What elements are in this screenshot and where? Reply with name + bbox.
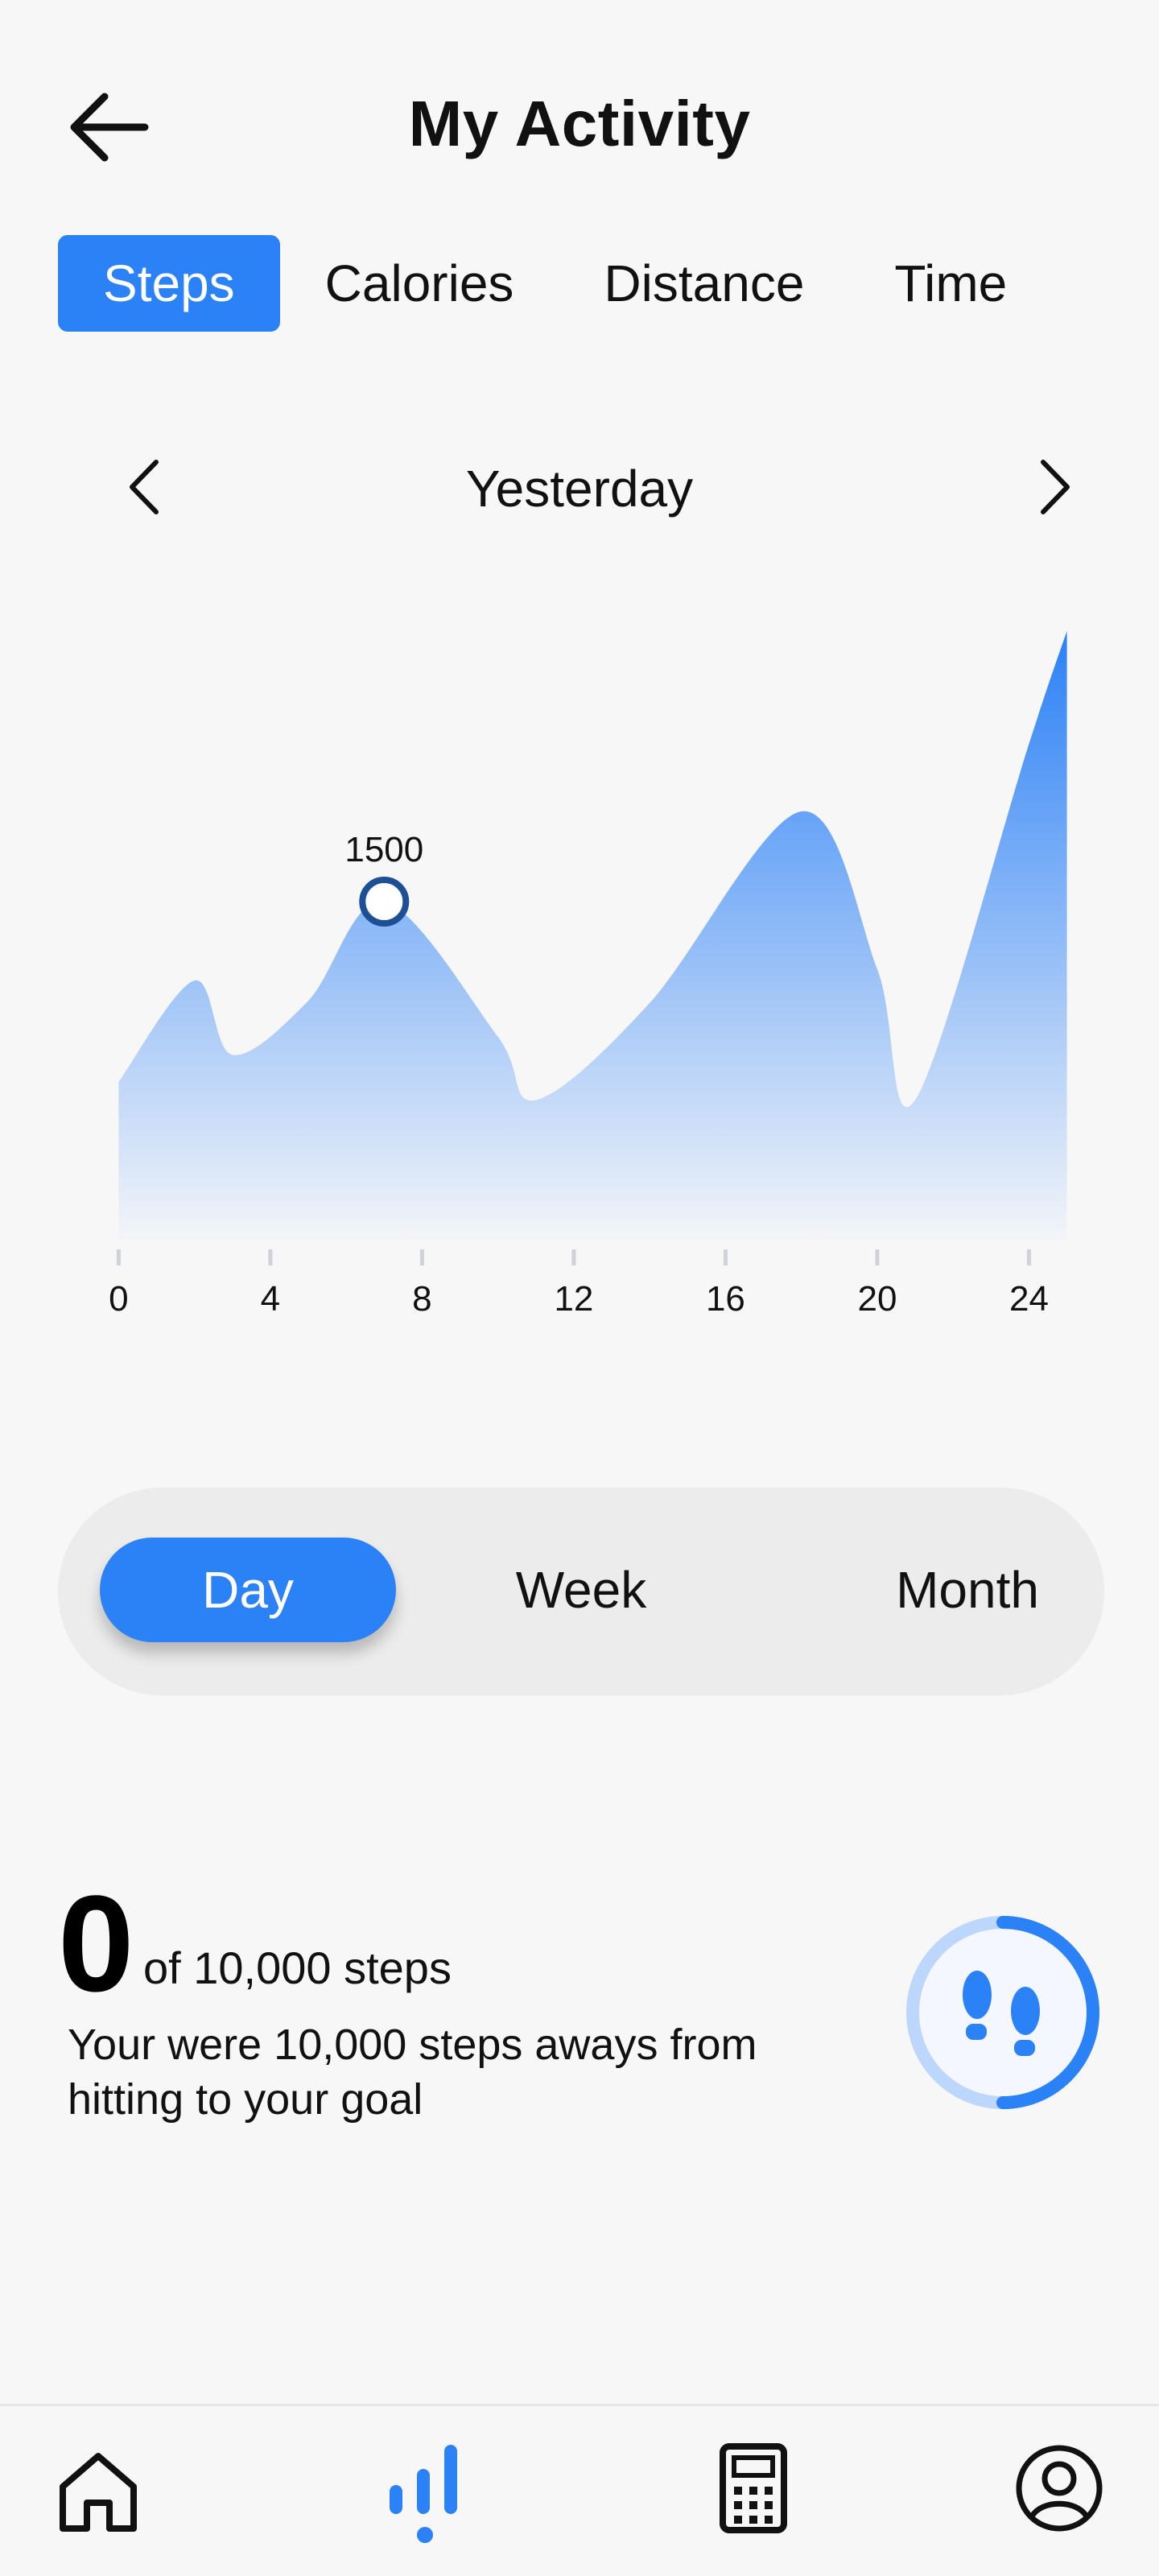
header: My Activity (0, 80, 1159, 169)
nav-stats[interactable] (369, 2438, 481, 2543)
steps-progress-ring (898, 1908, 1107, 2117)
period-week-button[interactable]: Week (460, 1538, 702, 1642)
date-navigator: Yesterday (0, 451, 1159, 523)
x-tick-label: 20 (857, 1279, 897, 1319)
nav-profile[interactable] (1003, 2438, 1116, 2543)
calculator-icon (720, 2443, 787, 2533)
steps-count: 0 (58, 1868, 134, 2021)
x-tick-label: 16 (706, 1279, 745, 1319)
tab-calories[interactable]: Calories (280, 235, 559, 332)
page-title: My Activity (408, 88, 751, 159)
steps-summary: 0 of 10,000 steps Your were 10,000 steps… (58, 1876, 863, 2133)
x-tick-label: 8 (412, 1279, 431, 1319)
x-tick-label: 0 (109, 1279, 128, 1319)
chart-area (118, 631, 1067, 1240)
tab-time[interactable]: Time (849, 235, 1052, 332)
home-icon (60, 2453, 137, 2532)
highlight-point[interactable] (359, 877, 410, 927)
profile-icon (1016, 2445, 1103, 2532)
next-day-button[interactable] (1022, 451, 1087, 523)
x-tick-label: 4 (261, 1279, 280, 1319)
steps-chart: 0 4 8 12 16 20 24 1500 (0, 564, 1159, 1336)
activity-screen: My Activity Steps Calories Distance Time… (0, 0, 1159, 2576)
period-selector: Day Week Month (58, 1488, 1104, 1695)
chevron-right-icon (1041, 460, 1070, 514)
steps-message: Your were 10,000 steps aways from hittin… (68, 2021, 757, 2124)
bottom-navigation (0, 2404, 1159, 2576)
stats-bars-icon (390, 2445, 457, 2543)
x-tick-label: 12 (554, 1279, 593, 1319)
steps-area-chart: 0 4 8 12 16 20 24 1500 (109, 631, 1067, 1319)
date-label: Yesterday (465, 460, 694, 518)
x-tick-label: 24 (1009, 1279, 1049, 1319)
metric-tabs: Steps Calories Distance Time (58, 235, 1052, 332)
tab-steps[interactable]: Steps (58, 235, 280, 332)
highlight-value-label: 1500 (344, 830, 423, 869)
nav-calculator[interactable] (697, 2438, 810, 2543)
period-month-button[interactable]: Month (782, 1538, 1153, 1642)
nav-home[interactable] (42, 2438, 155, 2543)
tab-distance[interactable]: Distance (559, 235, 849, 332)
steps-goal: of 10,000 steps (143, 1942, 452, 1993)
period-day-button[interactable]: Day (100, 1538, 396, 1642)
